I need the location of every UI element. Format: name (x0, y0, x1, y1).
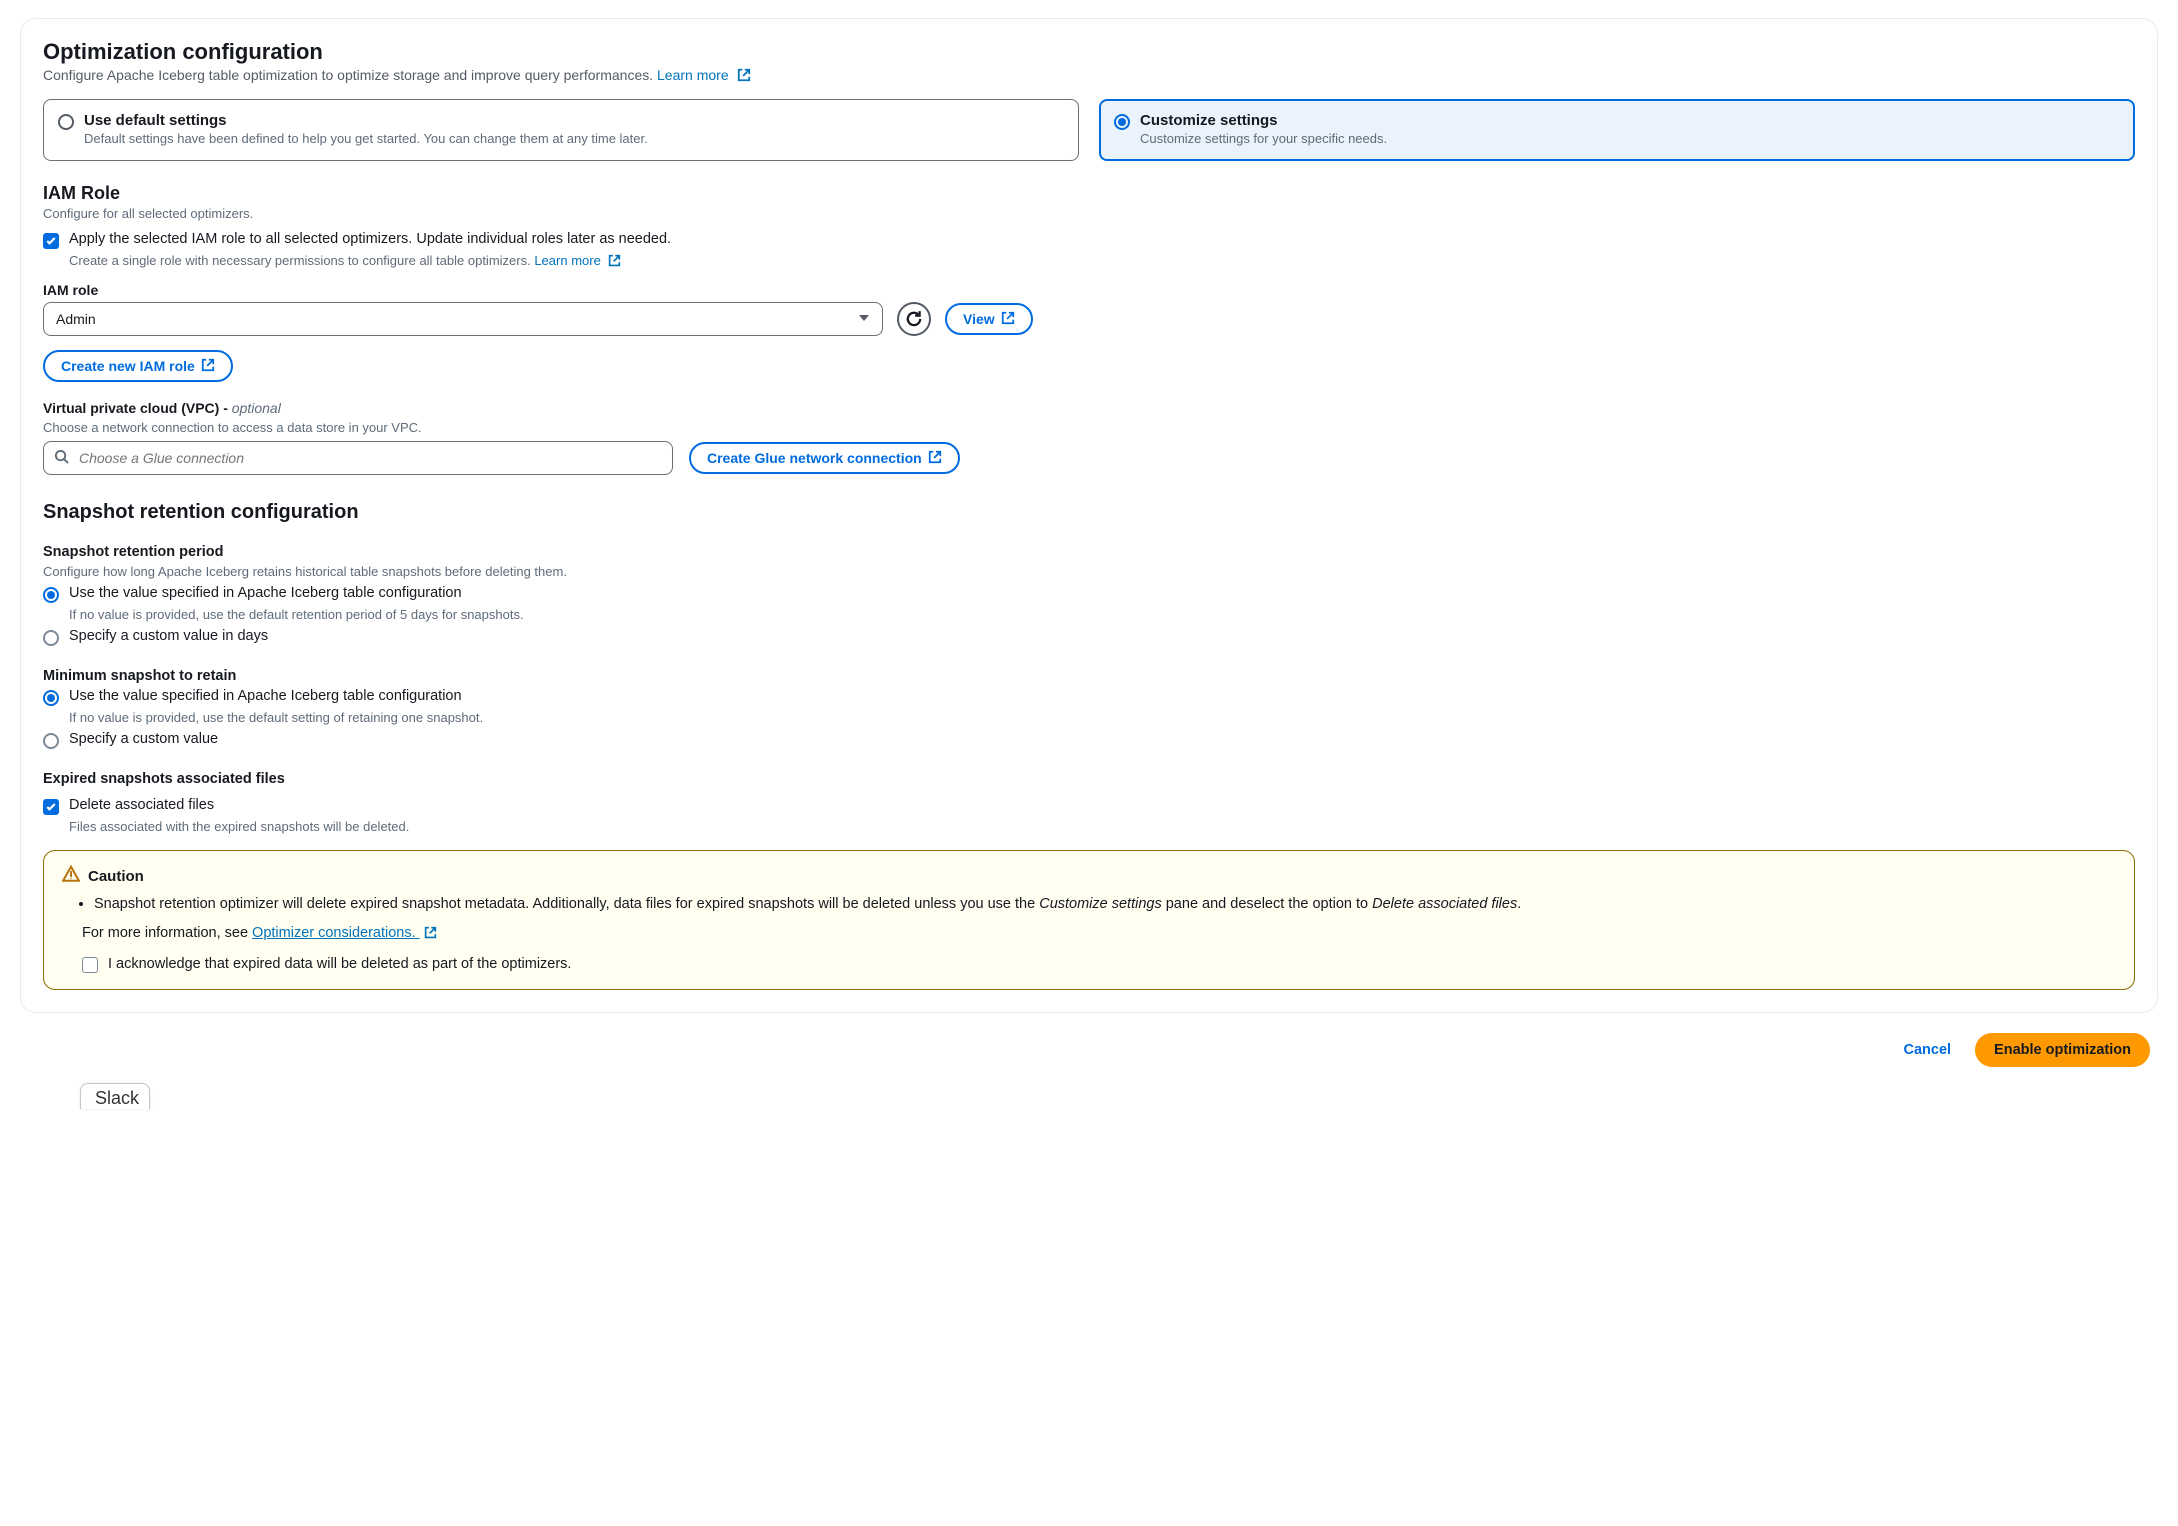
retention-period-opt1-label: Use the value specified in Apache Iceber… (69, 585, 462, 601)
caution-text-3: . (1517, 896, 1521, 912)
radio-selected-icon (43, 587, 59, 603)
iam-role-heading-sub: Configure for all selected optimizers. (43, 206, 2135, 221)
page-subtitle-text: Configure Apache Iceberg table optimizat… (43, 67, 653, 83)
external-link-icon (608, 254, 621, 270)
apply-iam-role-sub: Create a single role with necessary perm… (69, 253, 2135, 270)
page-title: Optimization configuration (43, 39, 2135, 65)
min-snapshot-opt1-sub: If no value is provided, use the default… (69, 710, 2135, 725)
default-tile-sub: Default settings have been defined to he… (84, 131, 648, 146)
external-link-icon (424, 926, 437, 943)
view-role-label: View (963, 311, 995, 327)
external-link-icon (1001, 311, 1015, 328)
vpc-connection-field[interactable] (77, 449, 662, 467)
external-link-icon (737, 68, 751, 85)
iam-role-select[interactable]: Admin (43, 302, 883, 336)
radio-unselected-icon (58, 114, 74, 130)
caution-em-1: Customize settings (1039, 896, 1162, 912)
search-icon (54, 449, 69, 467)
caution-box: Caution Snapshot retention optimizer wil… (43, 850, 2135, 990)
iam-learn-more-link[interactable]: Learn more (534, 253, 621, 268)
caution-text-1: Snapshot retention optimizer will delete… (94, 896, 1039, 912)
chevron-down-icon (858, 311, 870, 327)
warning-icon (62, 865, 80, 887)
acknowledge-label: I acknowledge that expired data will be … (108, 956, 571, 972)
create-glue-connection-label: Create Glue network connection (707, 450, 922, 466)
iam-role-selected-value: Admin (56, 311, 96, 327)
vpc-label-main: Virtual private cloud (VPC) - (43, 400, 232, 416)
retention-period-opt2-label: Specify a custom value in days (69, 628, 268, 644)
apply-iam-role-label: Apply the selected IAM role to all selec… (69, 231, 671, 247)
use-default-settings-tile[interactable]: Use default settings Default settings ha… (43, 99, 1079, 161)
acknowledge-checkbox[interactable] (82, 957, 98, 973)
min-snapshot-label: Minimum snapshot to retain (43, 668, 2135, 684)
caution-more-info: For more information, see Optimizer cons… (82, 925, 2116, 943)
caution-em-2: Delete associated files (1372, 896, 1517, 912)
snapshot-retention-heading: Snapshot retention configuration (43, 501, 2135, 524)
learn-more-label: Learn more (657, 67, 729, 83)
retention-period-option-custom[interactable]: Specify a custom value in days (43, 628, 2135, 646)
apply-iam-role-sub-text: Create a single role with necessary perm… (69, 253, 534, 268)
iam-learn-more-label: Learn more (534, 253, 600, 268)
default-tile-title: Use default settings (84, 112, 648, 129)
radio-selected-icon (1114, 114, 1130, 130)
caution-title: Caution (88, 868, 144, 885)
vpc-connection-input[interactable] (43, 441, 673, 475)
learn-more-link[interactable]: Learn more (657, 67, 750, 83)
expired-snapshots-label: Expired snapshots associated files (43, 771, 2135, 787)
retention-period-sub: Configure how long Apache Iceberg retain… (43, 564, 2135, 579)
min-snapshot-opt1-label: Use the value specified in Apache Iceber… (69, 688, 462, 704)
apply-iam-role-checkbox[interactable] (43, 233, 59, 249)
vpc-label-optional: optional (232, 400, 281, 416)
footer-actions: Cancel Enable optimization (20, 1013, 2158, 1073)
view-role-button[interactable]: View (945, 303, 1033, 335)
delete-associated-files-label: Delete associated files (69, 797, 214, 813)
settings-mode-row: Use default settings Default settings ha… (43, 99, 2135, 161)
refresh-icon (905, 310, 923, 328)
customize-settings-tile[interactable]: Customize settings Customize settings fo… (1099, 99, 2135, 161)
radio-unselected-icon (43, 733, 59, 749)
min-snapshot-opt2-label: Specify a custom value (69, 731, 218, 747)
refresh-button[interactable] (897, 302, 931, 336)
cancel-button[interactable]: Cancel (1893, 1033, 1961, 1067)
vpc-label: Virtual private cloud (VPC) - optional (43, 400, 2135, 416)
retention-period-label: Snapshot retention period (43, 544, 2135, 560)
create-glue-connection-button[interactable]: Create Glue network connection (689, 442, 960, 474)
min-snapshot-option-iceberg[interactable]: Use the value specified in Apache Iceber… (43, 688, 2135, 706)
radio-unselected-icon (43, 630, 59, 646)
min-snapshot-option-custom[interactable]: Specify a custom value (43, 731, 2135, 749)
delete-associated-files-sub: Files associated with the expired snapsh… (69, 819, 2135, 834)
customize-tile-title: Customize settings (1140, 112, 1387, 129)
external-link-icon (201, 358, 215, 375)
create-iam-role-label: Create new IAM role (61, 358, 195, 374)
caution-bullet: Snapshot retention optimizer will delete… (94, 893, 2116, 915)
delete-associated-files-checkbox[interactable] (43, 799, 59, 815)
enable-optimization-button[interactable]: Enable optimization (1975, 1033, 2150, 1067)
iam-role-field-label: IAM role (43, 282, 2135, 298)
slack-stub: Slack (80, 1083, 150, 1109)
iam-role-heading: IAM Role (43, 183, 2135, 204)
caution-text-2: pane and deselect the option to (1162, 896, 1372, 912)
caution-more-pre: For more information, see (82, 925, 252, 941)
page-subtitle: Configure Apache Iceberg table optimizat… (43, 67, 2135, 85)
optimizer-considerations-label: Optimizer considerations. (252, 925, 416, 941)
retention-period-opt1-sub: If no value is provided, use the default… (69, 607, 2135, 622)
customize-tile-sub: Customize settings for your specific nee… (1140, 131, 1387, 146)
external-link-icon (928, 450, 942, 467)
vpc-sub: Choose a network connection to access a … (43, 420, 2135, 435)
radio-selected-icon (43, 690, 59, 706)
optimizer-considerations-link[interactable]: Optimizer considerations. (252, 925, 437, 941)
create-iam-role-button[interactable]: Create new IAM role (43, 350, 233, 382)
retention-period-option-iceberg[interactable]: Use the value specified in Apache Iceber… (43, 585, 2135, 603)
optimization-config-panel: Optimization configuration Configure Apa… (20, 18, 2158, 1013)
